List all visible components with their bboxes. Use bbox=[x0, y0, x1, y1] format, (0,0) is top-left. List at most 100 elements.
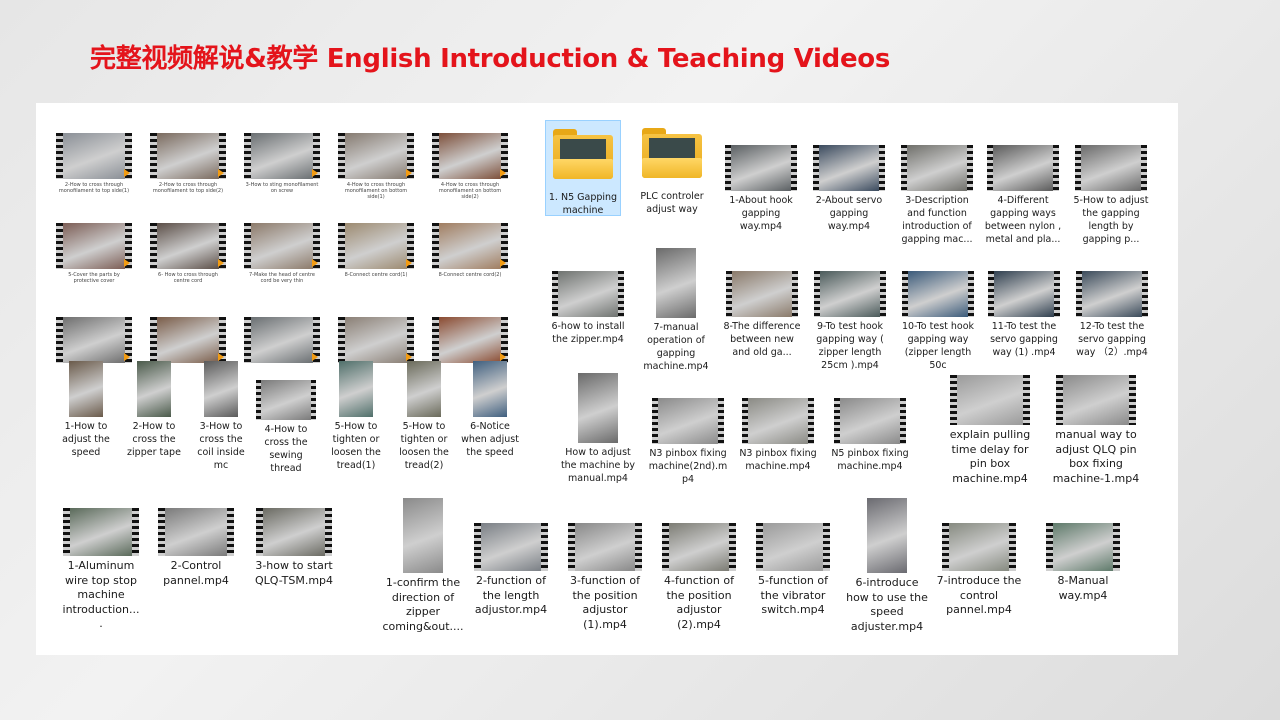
film-strip-icon bbox=[244, 223, 251, 269]
video-file-item[interactable] bbox=[432, 317, 508, 366]
video-file-item[interactable]: 7-Make the head of centre cord be very t… bbox=[244, 223, 320, 284]
video-file-item[interactable]: 6-introduce how to use the speed adjuste… bbox=[844, 498, 930, 634]
video-file-item[interactable]: 2-Control pannel.mp4 bbox=[156, 508, 236, 588]
video-preview-image bbox=[908, 271, 968, 317]
video-thumbnail bbox=[244, 317, 320, 363]
video-file-item[interactable]: 1-confirm the direction of zipper coming… bbox=[380, 498, 466, 634]
video-file-item[interactable]: N5 pinbox fixing machine.mp4 bbox=[828, 398, 912, 473]
video-file-item[interactable]: 1-About hook gapping way.mp4 bbox=[720, 145, 802, 233]
video-preview-image bbox=[156, 223, 220, 269]
video-file-item[interactable] bbox=[150, 317, 226, 366]
video-thumbnail bbox=[656, 248, 696, 318]
video-file-item[interactable]: 6-how to install the zipper.mp4 bbox=[546, 271, 630, 346]
video-preview-image bbox=[1052, 523, 1114, 571]
film-strip-icon bbox=[899, 398, 906, 444]
file-name-label: 12-To test the servo gapping way （2）.mp4 bbox=[1076, 321, 1148, 358]
video-preview-image bbox=[1082, 271, 1142, 317]
file-name-label: N5 pinbox fixing machine.mp4 bbox=[831, 448, 909, 472]
video-preview-image bbox=[137, 361, 171, 417]
file-name-label: N3 pinbox fixing machine(2nd).mp4 bbox=[648, 448, 728, 485]
folder-item[interactable]: 1. N5 Gapping machine bbox=[545, 120, 621, 216]
file-name-label: 6- How to cross through centre cord bbox=[158, 272, 218, 284]
video-file-item[interactable]: 5-function of the vibrator switch.mp4 bbox=[750, 523, 836, 618]
video-file-item[interactable]: 1-Aluminum wire top stop machine introdu… bbox=[61, 508, 141, 632]
film-strip-icon bbox=[1009, 523, 1016, 571]
video-file-item[interactable]: How to adjust the machine by manual.mp4 bbox=[556, 373, 640, 485]
video-file-item[interactable]: 1-How to adjust the speed bbox=[56, 361, 116, 459]
video-preview-image bbox=[578, 373, 618, 443]
video-file-item[interactable]: N3 pinbox fixing machine(2nd).mp4 bbox=[646, 398, 730, 486]
file-name-label: 9-To test hook gapping way ( zipper leng… bbox=[816, 321, 884, 371]
film-strip-icon bbox=[310, 380, 316, 420]
film-strip-icon bbox=[1113, 523, 1120, 571]
video-file-item[interactable]: 2-function of the length adjustor.mp4 bbox=[468, 523, 554, 618]
film-strip-icon bbox=[1056, 375, 1064, 425]
video-file-item[interactable]: 3-How to sting monofilament on screw bbox=[244, 133, 320, 194]
video-file-item[interactable]: 8-Connect centre cord(2) bbox=[432, 223, 508, 278]
video-file-item[interactable]: 10-To test hook gapping way (zipper leng… bbox=[896, 271, 980, 372]
video-file-item[interactable]: 7-introduce the control pannel.mp4 bbox=[936, 523, 1022, 618]
video-file-item[interactable]: 5-How to adjust the gapping length by ga… bbox=[1070, 145, 1152, 246]
file-name-label: 7-introduce the control pannel.mp4 bbox=[936, 574, 1022, 616]
video-file-item[interactable]: 5-How to tighten or loosen the tread(1) bbox=[326, 361, 386, 472]
video-thumbnail bbox=[1056, 375, 1136, 425]
play-icon bbox=[500, 353, 506, 361]
video-file-item[interactable]: 3-Description and function introduction … bbox=[896, 145, 978, 246]
video-file-item[interactable]: 6- How to cross through centre cord bbox=[150, 223, 226, 284]
video-file-item[interactable]: manual way to adjust QLQ pin box fixing … bbox=[1048, 375, 1144, 486]
video-preview-image bbox=[748, 398, 808, 444]
file-name-label: 1-How to adjust the speed bbox=[62, 421, 110, 458]
video-file-item[interactable]: 11-To test the servo gapping way (1) .mp… bbox=[982, 271, 1066, 359]
file-name-label: 2-How to cross through monofilament to t… bbox=[152, 182, 224, 194]
video-file-item[interactable]: explain pulling time delay for pin box m… bbox=[942, 375, 1038, 486]
video-file-item[interactable]: 6-Notice when adjust the speed bbox=[460, 361, 520, 459]
video-file-item[interactable]: 7-manual operation of gapping machine.mp… bbox=[634, 248, 718, 373]
play-icon bbox=[218, 259, 224, 267]
video-file-item[interactable]: N3 pinbox fixing machine.mp4 bbox=[736, 398, 820, 473]
video-file-item[interactable]: 4-How to cross the sewing thread bbox=[256, 380, 316, 475]
video-file-item[interactable]: 2-How to cross through monofilament to t… bbox=[150, 133, 226, 194]
film-strip-icon bbox=[132, 508, 139, 556]
video-file-item[interactable]: 8-Connect centre cord(1) bbox=[338, 223, 414, 278]
video-thumbnail bbox=[244, 133, 320, 179]
video-preview-image bbox=[261, 380, 311, 420]
film-strip-icon bbox=[325, 508, 332, 556]
video-file-item[interactable] bbox=[244, 317, 320, 366]
video-thumbnail bbox=[987, 145, 1059, 191]
video-file-item[interactable]: 3-How to cross the coil inside mc bbox=[191, 361, 251, 472]
video-preview-image bbox=[867, 498, 907, 573]
film-strip-icon bbox=[729, 523, 736, 571]
file-name-label: 1-confirm the direction of zipper coming… bbox=[382, 576, 464, 633]
video-file-item[interactable]: 4-How to cross through monofilament on b… bbox=[338, 133, 414, 200]
video-file-item[interactable]: 9-To test hook gapping way ( zipper leng… bbox=[808, 271, 892, 372]
film-strip-icon bbox=[717, 398, 724, 444]
video-thumbnail bbox=[742, 398, 814, 444]
video-file-item[interactable] bbox=[338, 317, 414, 366]
video-thumbnail bbox=[902, 271, 974, 317]
play-icon bbox=[312, 259, 318, 267]
video-file-item[interactable]: 2-How to cross the zipper tape bbox=[124, 361, 184, 459]
film-strip-icon bbox=[150, 133, 157, 179]
video-preview-image bbox=[344, 317, 408, 363]
video-file-item[interactable]: 4-Different gapping ways between nylon ,… bbox=[982, 145, 1064, 246]
video-file-item[interactable]: 3-how to start QLQ-TSM.mp4 bbox=[254, 508, 334, 588]
video-file-item[interactable]: 8-Manual way.mp4 bbox=[1040, 523, 1126, 603]
video-thumbnail bbox=[473, 361, 507, 417]
video-thumbnail bbox=[56, 133, 132, 179]
video-file-item[interactable]: 5-How to tighten or loosen the tread(2) bbox=[394, 361, 454, 472]
video-file-item[interactable]: 12-To test the servo gapping way （2）.mp4 bbox=[1070, 271, 1154, 359]
film-strip-icon bbox=[617, 271, 624, 317]
video-preview-image bbox=[250, 133, 314, 179]
film-strip-icon bbox=[256, 508, 263, 556]
video-file-item[interactable]: 2-About servo gapping way.mp4 bbox=[808, 145, 890, 233]
film-strip-icon bbox=[878, 145, 885, 191]
video-file-item[interactable]: 4-How to cross through monofilament on b… bbox=[432, 133, 508, 200]
video-file-item[interactable]: 3-function of the position adjustor (1).… bbox=[562, 523, 648, 632]
video-file-item[interactable] bbox=[56, 317, 132, 366]
folder-item[interactable]: PLC controler adjust way bbox=[634, 120, 710, 216]
video-file-item[interactable]: 5-Cover the parts by protective cover bbox=[56, 223, 132, 284]
video-file-item[interactable]: 2-How to cross through monofilament to t… bbox=[56, 133, 132, 194]
video-file-item[interactable]: 8-The difference between new and old ga.… bbox=[720, 271, 804, 359]
video-file-item[interactable]: 4-function of the position adjustor (2).… bbox=[656, 523, 742, 632]
video-preview-image bbox=[62, 133, 126, 179]
